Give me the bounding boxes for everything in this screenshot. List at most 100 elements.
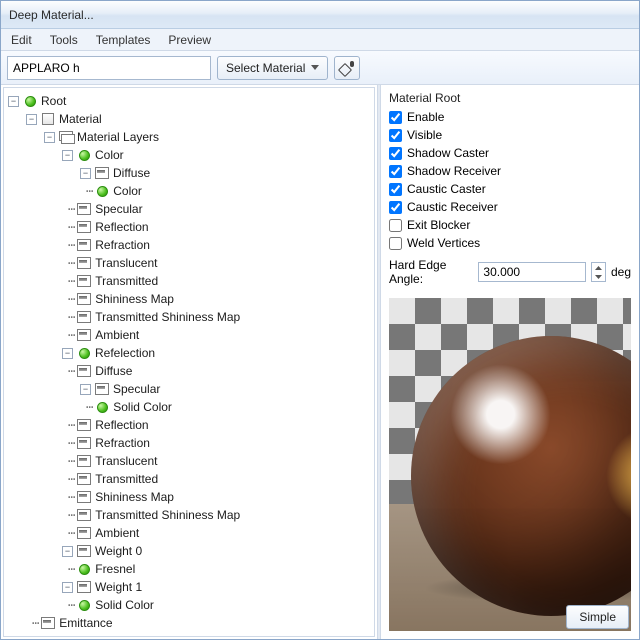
chevron-down-icon bbox=[311, 65, 319, 70]
tree-refel-specular[interactable]: −Specular bbox=[80, 380, 372, 398]
preview-viewport[interactable]: Simple bbox=[389, 298, 631, 631]
tree-refelection[interactable]: −Refelection bbox=[62, 344, 372, 362]
sphere-icon bbox=[97, 186, 108, 197]
select-material-button[interactable]: Select Material bbox=[217, 56, 328, 80]
property-icon bbox=[77, 275, 91, 287]
visible-checkbox[interactable] bbox=[389, 129, 402, 142]
property-icon bbox=[77, 509, 91, 521]
property-icon bbox=[95, 167, 109, 179]
check-shadow-caster[interactable]: Shadow Caster bbox=[389, 144, 631, 162]
tree-weight0-fresnel[interactable]: ⋯Fresnel bbox=[80, 560, 372, 578]
check-exit-blocker[interactable]: Exit Blocker bbox=[389, 216, 631, 234]
tree-emittance[interactable]: ⋯Emittance bbox=[44, 614, 372, 632]
tree-material-layers[interactable]: −Material Layers bbox=[44, 128, 372, 146]
menu-templates[interactable]: Templates bbox=[88, 29, 159, 50]
sphere-icon bbox=[79, 564, 90, 575]
property-icon bbox=[77, 455, 91, 467]
hard-edge-spinner[interactable] bbox=[591, 262, 606, 282]
exit-blocker-checkbox[interactable] bbox=[389, 219, 402, 232]
properties-panel: Material Root Enable Visible Shadow Cast… bbox=[381, 85, 639, 639]
eyedropper-button[interactable] bbox=[334, 56, 360, 80]
property-icon bbox=[77, 419, 91, 431]
tree-material[interactable]: −Material bbox=[26, 110, 372, 128]
tree-color-translucent[interactable]: ⋯Translucent bbox=[80, 254, 372, 272]
enable-checkbox[interactable] bbox=[389, 111, 402, 124]
property-icon bbox=[77, 527, 91, 539]
tree-refel-translucent[interactable]: ⋯Translucent bbox=[80, 452, 372, 470]
sphere-icon bbox=[79, 600, 90, 611]
shadow-receiver-checkbox[interactable] bbox=[389, 165, 402, 178]
panel-title: Material Root bbox=[381, 85, 639, 108]
check-weld-vertices[interactable]: Weld Vertices bbox=[389, 234, 631, 252]
material-name-input[interactable] bbox=[7, 56, 211, 80]
sphere-icon bbox=[97, 402, 108, 413]
layers-icon bbox=[59, 131, 73, 143]
menubar[interactable]: Edit Tools Templates Preview bbox=[1, 29, 639, 51]
menu-tools[interactable]: Tools bbox=[42, 29, 86, 50]
check-visible[interactable]: Visible bbox=[389, 126, 631, 144]
hard-edge-input[interactable] bbox=[478, 262, 586, 282]
window: Deep Material... Edit Tools Templates Pr… bbox=[0, 0, 640, 640]
tree-refel-ambient[interactable]: ⋯Ambient bbox=[80, 524, 372, 542]
property-icon bbox=[77, 293, 91, 305]
eyedropper-icon bbox=[340, 61, 354, 75]
property-icon bbox=[77, 329, 91, 341]
tree-color-shininess[interactable]: ⋯Shininess Map bbox=[80, 290, 372, 308]
properties: Enable Visible Shadow Caster Shadow Rece… bbox=[381, 108, 639, 290]
tree-refel-specular-solid[interactable]: ⋯Solid Color bbox=[98, 398, 372, 416]
select-material-label: Select Material bbox=[226, 61, 305, 75]
menu-edit[interactable]: Edit bbox=[3, 29, 40, 50]
property-icon bbox=[77, 437, 91, 449]
tree-color[interactable]: −Color bbox=[62, 146, 372, 164]
simple-button[interactable]: Simple bbox=[566, 605, 629, 629]
tree-color-specular[interactable]: ⋯Specular bbox=[80, 200, 372, 218]
tree-refel-trans-shininess[interactable]: ⋯Transmitted Shininess Map bbox=[80, 506, 372, 524]
tree-weight1[interactable]: −Weight 1 bbox=[62, 578, 372, 596]
shadow-caster-checkbox[interactable] bbox=[389, 147, 402, 160]
spin-down-icon[interactable] bbox=[592, 272, 605, 281]
caustic-receiver-checkbox[interactable] bbox=[389, 201, 402, 214]
tree-color-refraction[interactable]: ⋯Refraction bbox=[80, 236, 372, 254]
property-icon bbox=[77, 257, 91, 269]
hard-edge-unit: deg bbox=[611, 265, 631, 279]
titlebar[interactable]: Deep Material... bbox=[1, 1, 639, 29]
tree-refel-reflection[interactable]: ⋯Reflection bbox=[80, 416, 372, 434]
tree-refel-shininess[interactable]: ⋯Shininess Map bbox=[80, 488, 372, 506]
property-icon bbox=[77, 221, 91, 233]
tree-color-reflection[interactable]: ⋯Reflection bbox=[80, 218, 372, 236]
tree-color-diffuse-color[interactable]: ⋯Color bbox=[98, 182, 372, 200]
tree-color-diffuse[interactable]: −Diffuse bbox=[80, 164, 372, 182]
property-icon bbox=[95, 383, 109, 395]
window-title: Deep Material... bbox=[9, 8, 94, 22]
tree-refel-transmitted[interactable]: ⋯Transmitted bbox=[80, 470, 372, 488]
tree-weight0[interactable]: −Weight 0 bbox=[62, 542, 372, 560]
menu-preview[interactable]: Preview bbox=[160, 29, 219, 50]
property-icon bbox=[77, 239, 91, 251]
check-caustic-receiver[interactable]: Caustic Receiver bbox=[389, 198, 631, 216]
weld-vertices-checkbox[interactable] bbox=[389, 237, 402, 250]
tree-color-transmitted[interactable]: ⋯Transmitted bbox=[80, 272, 372, 290]
property-icon bbox=[77, 365, 91, 377]
tree-color-trans-shininess[interactable]: ⋯Transmitted Shininess Map bbox=[80, 308, 372, 326]
sphere-icon bbox=[25, 96, 36, 107]
tree-panel: −Root −Material −Material Layers bbox=[1, 85, 377, 639]
tree-refel-refraction[interactable]: ⋯Refraction bbox=[80, 434, 372, 452]
spin-up-icon[interactable] bbox=[592, 263, 605, 272]
property-icon bbox=[77, 203, 91, 215]
caustic-caster-checkbox[interactable] bbox=[389, 183, 402, 196]
property-icon bbox=[77, 581, 91, 593]
check-shadow-receiver[interactable]: Shadow Receiver bbox=[389, 162, 631, 180]
property-icon bbox=[77, 311, 91, 323]
tree-color-ambient[interactable]: ⋯Ambient bbox=[80, 326, 372, 344]
check-caustic-caster[interactable]: Caustic Caster bbox=[389, 180, 631, 198]
tree-scroll[interactable]: −Root −Material −Material Layers bbox=[3, 87, 375, 637]
body: −Root −Material −Material Layers bbox=[1, 85, 639, 639]
tree-weight1-solid[interactable]: ⋯Solid Color bbox=[80, 596, 372, 614]
check-enable[interactable]: Enable bbox=[389, 108, 631, 126]
hard-edge-row: Hard Edge Angle: deg bbox=[389, 258, 631, 286]
property-icon bbox=[77, 491, 91, 503]
tree-root[interactable]: −Root bbox=[8, 92, 372, 110]
sphere-icon bbox=[79, 348, 90, 359]
tree-refel-diffuse[interactable]: ⋯Diffuse bbox=[80, 362, 372, 380]
sphere-icon bbox=[79, 150, 90, 161]
